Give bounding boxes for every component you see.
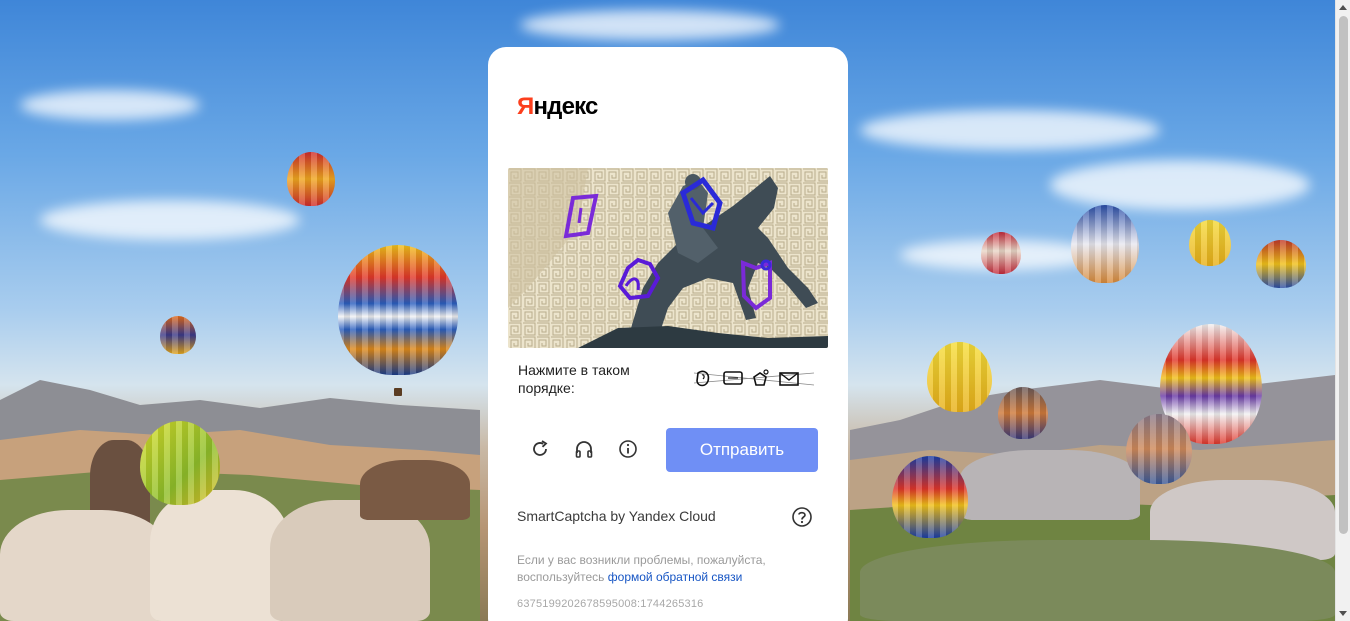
rock-formation: [0, 510, 170, 621]
balloon: [287, 152, 335, 206]
info-icon[interactable]: [616, 437, 640, 461]
headphones-icon[interactable]: [572, 437, 596, 461]
order-icons-strip: [694, 369, 814, 387]
paper-icon: [723, 371, 743, 385]
scroll-up-arrow-icon[interactable]: [1339, 5, 1347, 10]
cloud: [1050, 160, 1310, 210]
cloud: [860, 110, 1160, 150]
captcha-image[interactable]: [508, 168, 828, 348]
logo-first-letter: Я: [517, 93, 534, 120]
rock-formation: [960, 450, 1140, 520]
scroll-thumb[interactable]: [1339, 16, 1348, 534]
feedback-form-link[interactable]: формой обратной связи: [608, 570, 743, 584]
captcha-picture: [508, 168, 828, 348]
rock-formation: [360, 460, 470, 520]
question-icon[interactable]: [791, 506, 813, 528]
balloon: [140, 421, 220, 505]
balloon: [998, 387, 1048, 439]
refresh-icon[interactable]: [528, 437, 552, 461]
page-scrollbar[interactable]: [1335, 0, 1350, 621]
balloon: [981, 232, 1021, 274]
balloon: [1126, 414, 1192, 484]
yandex-logo: Яндекс: [517, 93, 598, 121]
scroll-down-arrow-icon[interactable]: [1339, 611, 1347, 616]
cloud: [20, 90, 200, 120]
cloud: [520, 10, 780, 40]
balloon: [1189, 220, 1231, 266]
balloon: [1071, 205, 1139, 283]
submit-button[interactable]: Отправить: [666, 428, 818, 472]
balloon: [927, 342, 992, 412]
smartcaptcha-brand: SmartCaptcha by Yandex Cloud: [517, 508, 716, 524]
captcha-card: Яндекс Нажмите в таком порядке: Отправит…: [488, 47, 848, 621]
captcha-instruction: Нажмите в таком порядке:: [518, 362, 630, 396]
logo-rest: ндекс: [533, 93, 598, 120]
rock-formation: [150, 490, 290, 621]
balloon-basket: [394, 388, 402, 396]
balloon: [160, 316, 196, 354]
balloon: [1256, 240, 1306, 288]
balloon: [892, 456, 968, 538]
balloon: [338, 245, 458, 375]
valley: [860, 540, 1335, 621]
feedback-note: Если у вас возникли проблемы, пожалуйста…: [517, 552, 817, 586]
request-id: 63751992026785950​08:1744265316: [517, 598, 704, 610]
cloud: [40, 200, 300, 240]
